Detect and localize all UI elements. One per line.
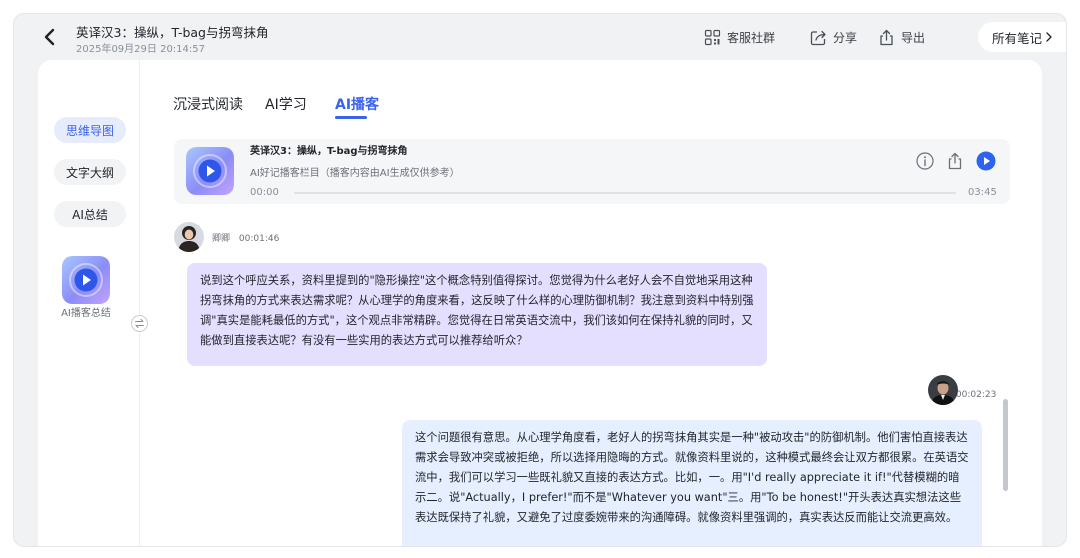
speaker-name: 卿卿 bbox=[212, 234, 231, 244]
sidebar-item-label: AI总结 bbox=[72, 207, 108, 222]
tab-ai-learning[interactable]: AI学习 bbox=[265, 94, 307, 114]
transcript-scrollbar[interactable] bbox=[1000, 224, 1010, 546]
message-bubble: 说到这个呼应关系，资料里提到的"隐形操控"这个概念特别值得探讨。您觉得为什么老好… bbox=[187, 263, 767, 366]
podcast-player: 英译汉3：操纵，T-bag与拐弯抹角 AI好记播客栏目（播客内容由AI生成仅供参… bbox=[174, 139, 1010, 204]
chevron-right-icon bbox=[1046, 32, 1052, 42]
podcast-subtitle: AI好记播客栏目（播客内容由AI生成仅供参考） bbox=[250, 168, 460, 179]
all-notes-button[interactable]: 所有笔记 bbox=[977, 22, 1066, 52]
export-button[interactable]: 导出 bbox=[878, 29, 925, 46]
qr-code-icon bbox=[704, 29, 721, 46]
share-icon bbox=[810, 30, 826, 46]
back-button[interactable] bbox=[40, 25, 60, 49]
note-title: 英译汉3：操纵，T-bag与拐弯抹角 bbox=[76, 25, 269, 40]
customer-group-label: 客服社群 bbox=[727, 31, 776, 45]
total-time: 03:45 bbox=[968, 187, 997, 198]
export-icon bbox=[880, 29, 893, 46]
podcast-cover bbox=[186, 147, 234, 195]
transcript-chat: 卿卿 00:01:46 说到这个呼应关系，资料里提到的"隐形操控"这个概念特别值… bbox=[140, 218, 1010, 546]
export-label: 导出 bbox=[901, 31, 926, 45]
podcast-summary-label: AI播客总结 bbox=[61, 308, 111, 319]
message-time: 00:01:46 bbox=[238, 234, 280, 244]
tab-ai-podcast[interactable]: AI播客 bbox=[335, 94, 379, 114]
active-tab-indicator bbox=[335, 116, 367, 119]
content-panel: 思维导图 文字大纲 AI总结 AI播客总结 沉浸式阅读 AI学习 AI播客 英译… bbox=[38, 60, 1042, 546]
speaker-avatar-icon bbox=[928, 375, 958, 405]
speaker-avatar-icon bbox=[174, 222, 204, 252]
note-datetime: 2025年09月29日 20:14:57 bbox=[76, 44, 205, 55]
scrollbar-thumb[interactable] bbox=[1003, 399, 1008, 491]
progress-bar[interactable] bbox=[294, 192, 956, 194]
avatar bbox=[174, 222, 204, 252]
all-notes-label: 所有笔记 bbox=[991, 30, 1042, 46]
sidebar: 思维导图 文字大纲 AI总结 AI播客总结 bbox=[38, 60, 140, 546]
info-icon[interactable] bbox=[915, 151, 935, 171]
play-button-icon[interactable] bbox=[976, 151, 996, 171]
sidebar-item-mindmap[interactable]: 思维导图 bbox=[54, 117, 126, 143]
customer-group-button[interactable]: 客服社群 bbox=[704, 29, 775, 46]
share-label: 分享 bbox=[833, 31, 858, 45]
message-time: 00:02:23 bbox=[955, 390, 997, 400]
podcast-summary-tile[interactable] bbox=[62, 256, 110, 304]
tab-immersive-reading[interactable]: 沉浸式阅读 bbox=[173, 94, 243, 114]
app-window: 英译汉3：操纵，T-bag与拐弯抹角 2025年09月29日 20:14:57 … bbox=[14, 14, 1066, 546]
message-bubble: 这个问题很有意思。从心理学角度看，老好人的拐弯抹角其实是一种"被动攻击"的防御机… bbox=[402, 420, 982, 546]
sidebar-item-ai-summary[interactable]: AI总结 bbox=[54, 201, 126, 227]
sidebar-item-label: 思维导图 bbox=[65, 123, 114, 138]
message-meta: 卿卿 00:01:46 bbox=[212, 231, 279, 244]
sidebar-item-label: 文字大纲 bbox=[65, 165, 114, 180]
chevron-left-icon bbox=[44, 28, 55, 46]
current-time: 00:00 bbox=[250, 187, 279, 198]
top-bar: 英译汉3：操纵，T-bag与拐弯抹角 2025年09月29日 20:14:57 … bbox=[14, 14, 1066, 60]
podcast-title: 英译汉3：操纵，T-bag与拐弯抹角 bbox=[250, 146, 408, 157]
upload-share-icon[interactable] bbox=[945, 151, 965, 171]
sidebar-item-outline[interactable]: 文字大纲 bbox=[54, 159, 126, 185]
avatar bbox=[928, 375, 958, 405]
share-button[interactable]: 分享 bbox=[810, 29, 857, 46]
